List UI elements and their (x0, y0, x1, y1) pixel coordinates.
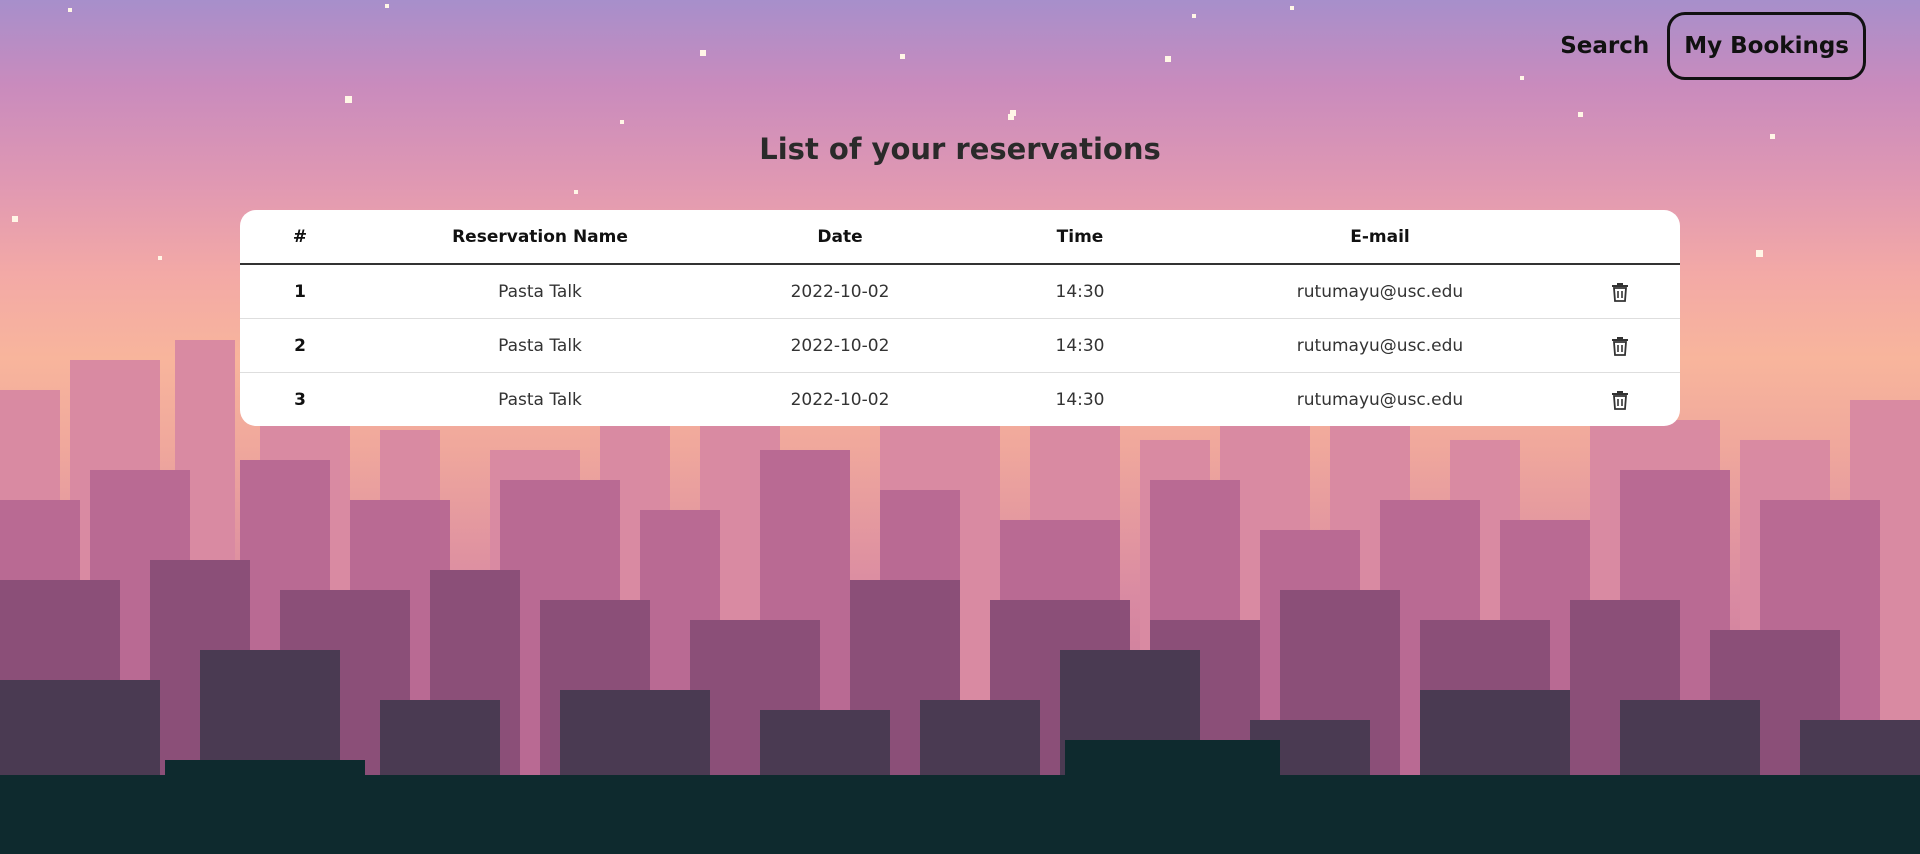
row-email: rutumayu@usc.edu (1200, 372, 1560, 426)
table-row: 3 Pasta Talk 2022-10-02 14:30 rutumayu@u… (240, 372, 1680, 426)
table-row: 1 Pasta Talk 2022-10-02 14:30 rutumayu@u… (240, 264, 1680, 319)
row-actions (1560, 264, 1680, 319)
trash-icon[interactable] (1611, 336, 1629, 356)
row-time: 14:30 (960, 318, 1200, 373)
row-email: rutumayu@usc.edu (1296, 281, 1464, 302)
top-navigation: Search My Bookings (1544, 12, 1866, 80)
nav-my-bookings-link[interactable]: My Bookings (1667, 12, 1866, 80)
header-date: Date (720, 210, 960, 265)
header-number: # (240, 210, 360, 265)
nav-search-link[interactable]: Search (1544, 15, 1665, 77)
row-reservation-name: Pasta Talk (360, 318, 720, 373)
header-actions (1560, 210, 1680, 265)
row-email: rutumayu@usc.edu (1200, 318, 1560, 373)
header-reservation-name: Reservation Name (360, 210, 720, 265)
reservations-table: # Reservation Name Date Time E-mail 1 Pa… (240, 210, 1680, 426)
row-time: 14:30 (1055, 281, 1105, 302)
city-skyline-background (0, 4, 1920, 854)
row-number: 2 (240, 318, 360, 373)
row-date: 2022-10-02 (720, 318, 960, 373)
row-actions (1560, 318, 1680, 373)
table-header-row: # Reservation Name Date Time E-mail (240, 210, 1680, 265)
row-reservation-name: Pasta Talk (360, 372, 720, 426)
row-actions (1560, 372, 1680, 426)
table-row: 2 Pasta Talk 2022-10-02 14:30 rutumayu@u… (240, 318, 1680, 373)
row-number: 1 (294, 281, 306, 302)
trash-icon[interactable] (1611, 390, 1629, 410)
row-reservation-name: Pasta Talk (498, 281, 582, 302)
row-number: 3 (240, 372, 360, 426)
reservations-table-card: # Reservation Name Date Time E-mail 1 Pa… (240, 210, 1680, 426)
row-date: 2022-10-02 (790, 281, 890, 302)
row-date: 2022-10-02 (720, 372, 960, 426)
trash-icon[interactable] (1611, 282, 1629, 302)
page-title: List of your reservations (759, 132, 1161, 166)
header-email: E-mail (1200, 210, 1560, 265)
row-time: 14:30 (960, 372, 1200, 426)
header-time: Time (960, 210, 1200, 265)
